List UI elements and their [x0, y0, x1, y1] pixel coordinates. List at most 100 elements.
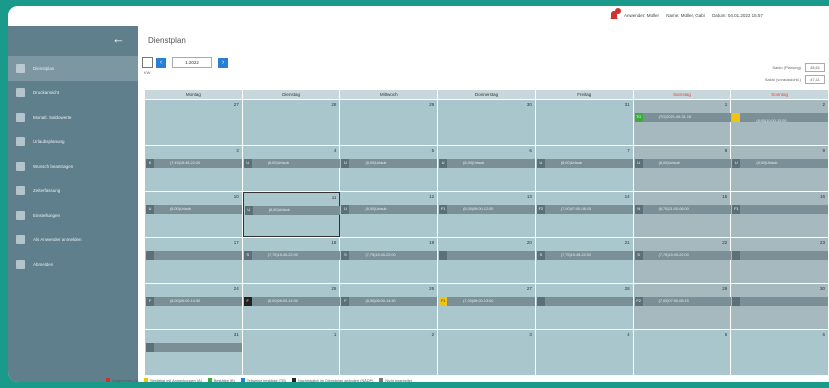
calendar-day-cell[interactable]: 31 — [145, 330, 243, 375]
calendar-day-cell[interactable]: 30 — [731, 284, 829, 329]
shift-entry[interactable]: F2 (7,00)07:00-08:15 — [634, 297, 731, 306]
shift-entry[interactable]: U (8,00)Urlaub — [732, 159, 829, 168]
sidebar-item[interactable]: Urlaubsplanung — [8, 130, 138, 155]
shift-entry[interactable] — [439, 251, 536, 260]
calendar-day-cell[interactable]: 19 S (7,75)15:45-22:00 — [340, 238, 439, 283]
shift-entry[interactable]: F1 — [732, 205, 829, 214]
sidebar-item[interactable]: Abmelden — [8, 252, 138, 277]
calendar-day-cell[interactable]: 1 TG (TG)2021-06-31 15 — [633, 100, 732, 145]
calendar-day-cell[interactable]: 10 U (8,00)Urlaub — [145, 192, 243, 237]
calendar-day-cell[interactable]: 31 — [535, 100, 634, 145]
shift-entry[interactable]: U (8,00)Urlaub — [536, 159, 633, 168]
calendar-day-cell[interactable]: 4 — [535, 330, 634, 375]
sidebar-item[interactable]: Als Anwender anmelden — [8, 228, 138, 253]
shift-entry[interactable] — [536, 297, 633, 306]
calendar-day-cell[interactable]: 20 — [438, 238, 536, 283]
shift-entry[interactable] — [732, 251, 829, 260]
calendar-day-cell[interactable]: 28 — [535, 284, 634, 329]
shift-entry[interactable]: U (8,00)Urlaub — [634, 159, 731, 168]
shift-type-badge: F1 — [732, 205, 741, 214]
calendar-day-cell[interactable]: 21 S (7,75)15:45-22:00 — [535, 238, 634, 283]
calendar-day-cell[interactable]: 2 (8:00)10:00-12:00 — [731, 100, 829, 145]
shift-entry[interactable]: S (7,75)15:45-22:00 — [536, 251, 633, 260]
sum-icon — [16, 112, 25, 122]
calendar-day-cell[interactable]: 24 F (8,00)06:00-14:30 — [145, 284, 243, 329]
shift-entry[interactable] — [732, 297, 829, 306]
calendar-day-cell[interactable]: 5 — [633, 330, 732, 375]
shift-entry[interactable] — [146, 343, 242, 352]
shift-entry[interactable]: U (8,00)Urlaub — [146, 205, 242, 214]
calendar-day-cell[interactable]: 5 U (8,00)Urlaub — [340, 146, 439, 191]
legend-label: Nicht bearbeitet — [385, 379, 412, 383]
shift-entry[interactable]: U (8,00)Urlaub — [244, 206, 341, 215]
calendar-day-cell[interactable]: 26 F (8,00)06:00-14:30 — [340, 284, 439, 329]
shift-entry[interactable]: U (8,00)Urlaub — [341, 159, 438, 168]
shift-entry[interactable]: TG (TG)2021-06-31 15 — [634, 113, 731, 122]
sidebar-item[interactable]: Dienstplan — [8, 56, 138, 81]
shift-entry[interactable]: N (8,75)21:00-06:00 — [634, 205, 731, 214]
shift-entry[interactable]: U (8,00)Urlaub — [243, 159, 340, 168]
calendar-day-cell[interactable]: 12 U (8,00)Urlaub — [340, 192, 439, 237]
calendar-day-cell[interactable]: 7 U (8,00)Urlaub — [535, 146, 634, 191]
calendar-day-cell[interactable]: 2 — [340, 330, 439, 375]
calendar-day-cell[interactable]: 3 K (7:15)15:45-22:00 — [145, 146, 243, 191]
sidebar-item[interactable]: Druckansicht — [8, 81, 138, 106]
shift-entry[interactable]: U (8,00)Urlaub — [439, 159, 536, 168]
calendar-day-cell[interactable]: 3 — [438, 330, 536, 375]
sidebar-item[interactable]: Monatl. Saldowerte — [8, 105, 138, 130]
shift-entry[interactable]: F1 (7,00)06:00-13:00 — [439, 297, 536, 306]
calendar-day-cell[interactable]: 4 U (8,00)Urlaub — [242, 146, 341, 191]
calendar-picker-icon[interactable] — [142, 57, 153, 68]
day-number: 18 — [331, 240, 337, 245]
shift-entry[interactable]: K (7:15)15:45-22:00 — [146, 159, 242, 168]
calendar-day-cell[interactable]: 27 — [145, 100, 243, 145]
period-field[interactable]: 1.2022 — [172, 57, 212, 68]
calendar-day-cell[interactable]: 16 F1 — [731, 192, 829, 237]
calendar-day-cell[interactable]: 28 — [242, 100, 341, 145]
calendar-day-cell[interactable]: 29 — [340, 100, 439, 145]
prev-period-button[interactable]: ‹ — [156, 57, 166, 68]
shift-entry[interactable]: U (8,00)Urlaub — [341, 205, 438, 214]
calendar-day-cell[interactable]: 13 F1 (8,00)06:00-12:00 — [438, 192, 536, 237]
legend-label: Bestätigt (B) — [213, 379, 235, 383]
calendar-day-cell[interactable]: 17 — [145, 238, 243, 283]
shift-entry[interactable]: F (8,00)06:00-14:30 — [243, 297, 340, 306]
sidebar-item[interactable]: Einstellungen — [8, 203, 138, 228]
shift-entry[interactable]: F (8,00)06:00-14:30 — [341, 297, 438, 306]
shift-entry[interactable] — [146, 251, 242, 260]
calendar-day-cell[interactable]: 1 — [242, 330, 341, 375]
shift-entry[interactable]: F1 (8,00)06:00-12:00 — [439, 205, 536, 214]
weekday-label: Dienstag — [242, 90, 341, 99]
sidebar-item[interactable]: Wunsch beantragen — [8, 154, 138, 179]
shift-entry[interactable]: F2 (7,00)07:00-08:15 — [536, 205, 633, 214]
calendar-day-cell[interactable]: 30 — [438, 100, 536, 145]
calendar-day-cell[interactable]: 6 — [731, 330, 829, 375]
shift-entry[interactable]: S (7,75)15:45-22:00 — [243, 251, 340, 260]
calendar-day-cell[interactable]: 9 U (8,00)Urlaub — [731, 146, 829, 191]
shift-entry[interactable]: S (7,75)15:45-22:00 — [634, 251, 731, 260]
calendar-day-cell[interactable]: 11 U (8,00)Urlaub — [242, 192, 341, 237]
calendar-day-cell[interactable]: 29 F2 (7,00)07:00-08:15 — [633, 284, 732, 329]
gear-icon — [16, 210, 25, 220]
calendar-icon — [16, 63, 25, 73]
calendar-day-cell[interactable]: 22 S (7,75)15:45-22:00 — [633, 238, 732, 283]
day-number: 30 — [526, 102, 532, 107]
calendar-day-cell[interactable]: 6 U (8,00)Urlaub — [438, 146, 536, 191]
vacation-icon — [16, 137, 25, 147]
sidebar-item[interactable]: Zeiterfassung — [8, 179, 138, 204]
calendar-day-cell[interactable]: 8 U (8,00)Urlaub — [633, 146, 732, 191]
shift-text: (7:15)15:45-22:00 — [170, 161, 201, 165]
calendar-day-cell[interactable]: 15 N (8,75)21:00-06:00 — [633, 192, 732, 237]
calendar-day-cell[interactable]: 25 F (8,00)06:00-14:30 — [242, 284, 341, 329]
calendar-day-cell[interactable]: 18 S (7,75)15:45-22:00 — [242, 238, 341, 283]
next-period-button[interactable]: › — [218, 57, 228, 68]
shift-type-badge: U — [439, 159, 448, 168]
shift-entry[interactable]: S (7,75)15:45-22:00 — [341, 251, 438, 260]
calendar-day-cell[interactable]: 23 — [731, 238, 829, 283]
calendar-day-cell[interactable]: 27 F1 (7,00)06:00-13:00 — [438, 284, 536, 329]
calendar-day-cell[interactable]: 14 F2 (7,00)07:00-08:15 — [535, 192, 634, 237]
legend-swatch — [207, 378, 212, 382]
shift-entry[interactable]: (8:00)10:00-12:00 — [732, 113, 829, 123]
shift-entry[interactable]: F (8,00)06:00-14:30 — [146, 297, 242, 306]
back-arrow-icon[interactable]: ← — [112, 32, 126, 46]
